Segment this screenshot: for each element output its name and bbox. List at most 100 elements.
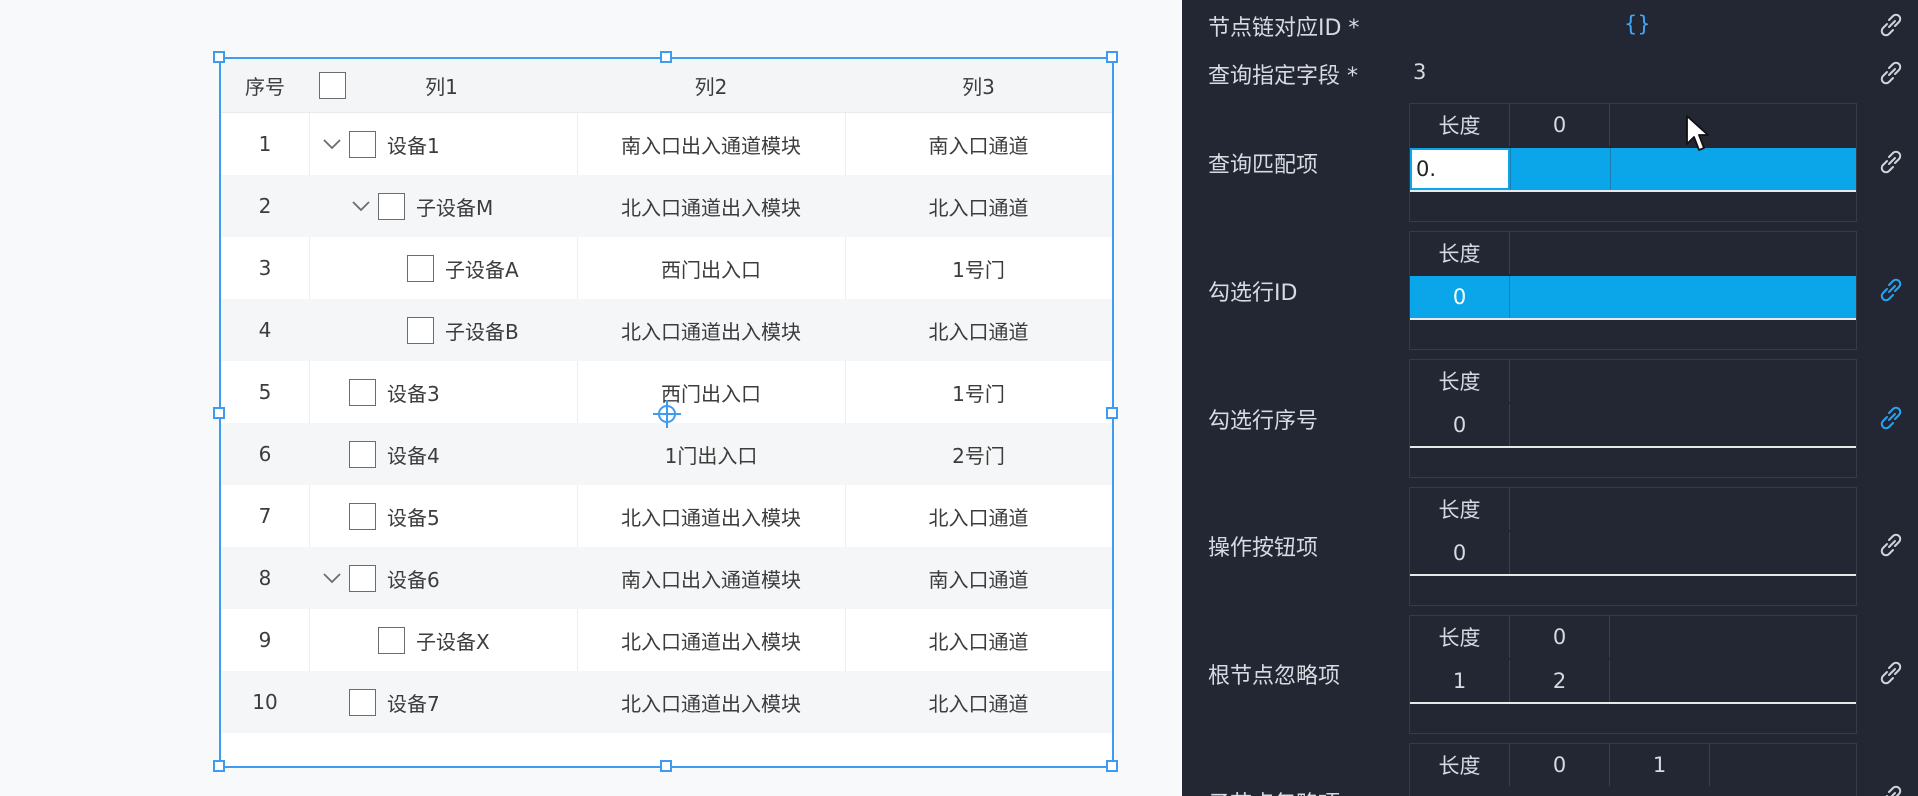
table-row[interactable]: 7 设备5 北入口通道出入模块 北入口通道 [221,485,1112,547]
node-chain-id-value[interactable]: {} [1624,12,1651,36]
link-icon[interactable] [1876,530,1906,560]
array-length-header: 长度 [1410,744,1510,786]
design-canvas[interactable]: 序号 列1 列2 列3 1 设备1 南入口出入通道模块 南入口通道 2 子设备M… [0,0,1182,796]
query-field-label: 查询指定字段 * [1208,64,1358,89]
array-value-input[interactable]: 0. [1411,149,1509,189]
move-crosshair-icon[interactable] [652,399,682,429]
link-icon[interactable] [1876,10,1906,40]
array-length-header: 长度 [1410,232,1510,274]
chevron-down-icon[interactable] [319,569,345,587]
array-item-value[interactable]: 2 [1510,660,1610,702]
row-seq: 7 [258,504,272,528]
resize-handle-right[interactable] [1106,407,1118,419]
table-row[interactable]: 6 设备4 1门出入口 2号门 [221,423,1112,485]
array-length-value[interactable]: 1 [1410,660,1510,702]
resize-handle-top-left[interactable] [213,51,225,63]
query-field-value[interactable]: 3 [1413,60,1426,84]
table-row[interactable]: 4 子设备B 北入口通道出入模块 北入口通道 [221,299,1112,361]
array-length-value[interactable]: 0 [1410,404,1510,446]
array-length-value[interactable]: 0 [1410,276,1510,318]
row-seq: 1 [258,132,272,156]
row-checkbox[interactable] [349,378,376,406]
row-checkbox[interactable] [349,130,376,158]
chevron-down-icon[interactable] [348,197,374,215]
select-all-checkbox[interactable] [319,72,346,99]
link-icon[interactable] [1876,658,1906,688]
row-name: 设备4 [387,443,440,468]
link-icon[interactable] [1876,147,1906,177]
row-name: 设备3 [387,381,440,406]
row-name: 设备5 [387,505,440,530]
array-index-header: 0 [1510,104,1610,146]
row-name: 子设备X [416,629,490,654]
resize-handle-bottom-left[interactable] [213,760,225,772]
checked-row-seq-label: 勾选行序号 [1208,409,1319,434]
link-icon[interactable] [1876,58,1906,88]
link-icon[interactable] [1876,782,1906,796]
resize-handle-left[interactable] [213,407,225,419]
table-row[interactable]: 3 子设备A 西门出入口 1号门 [221,237,1112,299]
header-col2: 列2 [694,75,728,99]
array-length-header: 长度 [1410,104,1510,146]
row-seq: 2 [258,194,272,218]
resize-handle-top[interactable] [660,51,672,63]
row-checkbox[interactable] [378,192,405,220]
properties-panel: 节点链对应ID * {} 查询指定字段 * 3 查询匹配项 长度 0 0. 勾选… [1182,0,1918,796]
link-active-icon[interactable] [1876,275,1906,305]
table-row[interactable]: 10 设备7 北入口通道出入模块 北入口通道 [221,671,1112,733]
row-checkbox[interactable] [407,316,434,344]
array-index-header: 1 [1610,744,1710,786]
header-col1: 列1 [425,75,458,99]
link-active-icon[interactable] [1876,403,1906,433]
row-checkbox[interactable] [349,564,376,592]
array-length-header: 长度 [1410,616,1510,658]
header-col3: 列3 [962,75,995,99]
root-ignore-label: 根节点忽略项 [1208,664,1341,689]
node-chain-id-label: 节点链对应ID * [1208,16,1360,41]
array-length-header: 长度 [1410,488,1510,530]
query-match-array-editor[interactable]: 长度 0 0. [1409,103,1857,222]
row-checkbox[interactable] [349,502,376,530]
resize-handle-top-right[interactable] [1106,51,1118,63]
row-checkbox[interactable] [407,254,434,282]
checked-row-id-array-editor[interactable]: 长度 0 [1409,231,1857,350]
array-length-value[interactable]: 0 [1410,532,1510,574]
row-col3: 北入口通道 [928,319,1029,344]
row-col3: 2号门 [952,443,1005,468]
row-checkbox[interactable] [378,626,405,654]
action-buttons-label: 操作按钮项 [1208,536,1319,561]
row-seq: 8 [258,566,272,590]
checked-row-seq-array-editor[interactable]: 长度 0 [1409,359,1857,478]
row-seq: 3 [258,256,272,280]
row-seq: 9 [258,628,272,652]
table-row[interactable]: 8 设备6 南入口出入通道模块 南入口通道 [221,547,1112,609]
child-ignore-array-editor[interactable]: 长度 0 1 [1409,743,1857,796]
row-col2: 南入口出入通道模块 [621,133,801,158]
row-col3: 北入口通道 [928,691,1029,716]
row-col3: 南入口通道 [928,133,1029,158]
table-row[interactable]: 2 子设备M 北入口通道出入模块 北入口通道 [221,175,1112,237]
row-seq: 10 [252,690,278,714]
header-seq: 序号 [245,75,285,99]
resize-handle-bottom[interactable] [660,760,672,772]
root-ignore-array-editor[interactable]: 长度 0 1 2 [1409,615,1857,734]
row-name: 设备6 [387,567,440,592]
row-name: 子设备B [445,319,519,344]
row-col3: 1号门 [952,381,1005,406]
row-col3: 北入口通道 [928,629,1029,654]
action-buttons-array-editor[interactable]: 长度 0 [1409,487,1857,606]
row-checkbox[interactable] [349,440,376,468]
row-checkbox[interactable] [349,688,376,716]
row-name: 子设备A [445,257,519,282]
row-col2: 北入口通道出入模块 [621,629,801,654]
array-index-header: 0 [1510,744,1610,786]
resize-handle-bottom-right[interactable] [1106,760,1118,772]
row-col2: 西门出入口 [661,257,761,282]
row-col2: 1门出入口 [664,443,758,468]
row-seq: 6 [258,442,272,466]
child-ignore-label: 子节点忽略项 [1208,786,1340,796]
row-col3: 北入口通道 [928,505,1029,530]
chevron-down-icon[interactable] [319,135,345,153]
table-row[interactable]: 1 设备1 南入口出入通道模块 南入口通道 [221,113,1112,175]
table-row[interactable]: 9 子设备X 北入口通道出入模块 北入口通道 [221,609,1112,671]
